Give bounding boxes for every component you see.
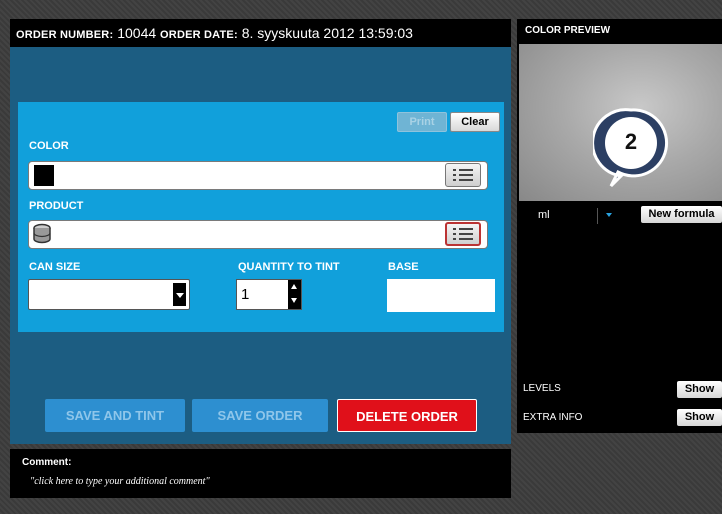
badge-number: 2: [624, 129, 638, 154]
order-date-label: ORDER DATE:: [160, 29, 238, 41]
levels-show-button[interactable]: Show: [677, 381, 722, 398]
panel-bottom-area: SAVE AND TINT SAVE ORDER DELETE ORDER: [10, 332, 511, 444]
color-field[interactable]: [28, 161, 488, 190]
comment-placeholder[interactable]: "click here to type your additional comm…: [30, 476, 210, 487]
base-label: BASE: [388, 261, 419, 273]
delete-order-button[interactable]: DELETE ORDER: [337, 399, 477, 432]
extra-info-show-button[interactable]: Show: [677, 409, 722, 426]
base-field[interactable]: [387, 279, 495, 312]
product-list-button[interactable]: [445, 222, 481, 246]
extra-info-label: EXTRA INFO: [523, 412, 583, 423]
quantity-stepper[interactable]: 1: [236, 279, 302, 310]
color-label: COLOR: [29, 140, 69, 152]
quantity-value: 1: [241, 286, 250, 303]
comment-label: Comment:: [22, 457, 72, 468]
chevron-down-icon: [606, 213, 612, 217]
order-date-value: 8. syyskuuta 2012 13:59:03: [241, 25, 413, 41]
list-icon: [453, 169, 473, 181]
order-header: ORDER NUMBER: 10044 ORDER DATE: 8. syysk…: [10, 19, 511, 47]
product-label: PRODUCT: [29, 200, 84, 212]
list-icon: [453, 228, 473, 240]
order-form: Print Clear COLOR PRODUCT CAN SIZE QUANT…: [18, 102, 504, 332]
clear-button[interactable]: Clear: [450, 112, 500, 132]
panel-top-area: [10, 47, 511, 102]
color-swatch: [34, 165, 54, 186]
levels-label: LEVELS: [523, 383, 561, 394]
paint-can-icon: [33, 223, 51, 244]
quantity-label: QUANTITY TO TINT: [238, 261, 340, 273]
panel-border-right: [504, 102, 511, 332]
order-number-label: ORDER NUMBER:: [16, 29, 114, 41]
color-list-button[interactable]: [445, 163, 481, 187]
can-size-select[interactable]: [28, 279, 190, 310]
stepper-up-icon[interactable]: [291, 284, 297, 289]
can-size-label: CAN SIZE: [29, 261, 81, 273]
save-order-button[interactable]: SAVE ORDER: [192, 399, 328, 432]
stepper-down-icon[interactable]: [291, 298, 297, 303]
comment-box[interactable]: Comment: "click here to type your additi…: [10, 449, 511, 498]
dropdown-arrow-icon: [173, 283, 186, 306]
print-button[interactable]: Print: [397, 112, 447, 132]
color-preview-image: 2: [519, 44, 722, 201]
unit-value: ml: [538, 209, 550, 221]
product-field[interactable]: [28, 220, 488, 249]
new-formula-button[interactable]: New formula: [641, 206, 722, 223]
save-and-tint-button[interactable]: SAVE AND TINT: [45, 399, 185, 432]
order-number-value: 10044: [117, 25, 157, 41]
color-preview-title: COLOR PREVIEW: [525, 25, 611, 36]
panel-border-left: [10, 102, 18, 332]
unit-divider: [597, 208, 598, 224]
unit-select[interactable]: ml: [525, 208, 621, 224]
